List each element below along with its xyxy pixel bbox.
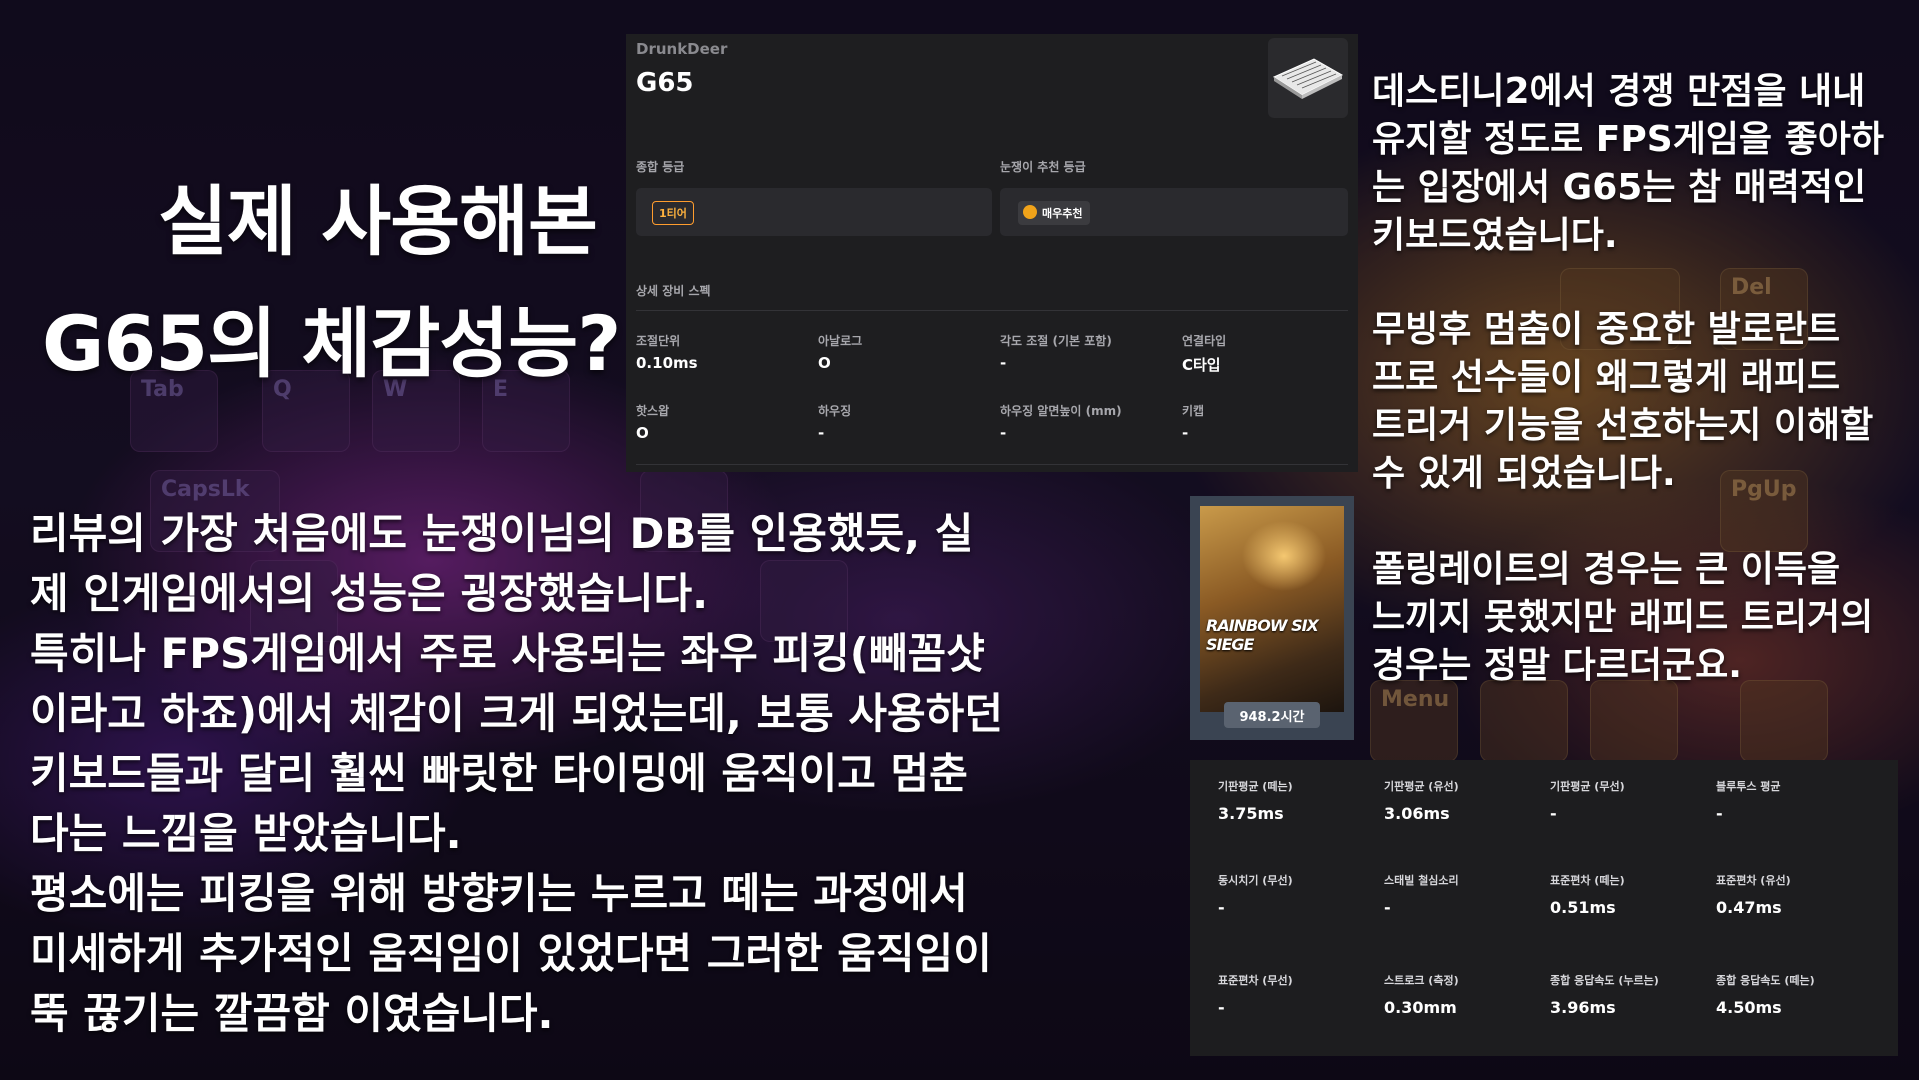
stat-label: 스태빌 철심소리	[1384, 874, 1459, 887]
model-name: G65	[636, 68, 694, 98]
overall-grade-label: 종합 등급	[636, 160, 685, 174]
right-paragraph-3: 폴링레이트의 경우는 큰 이득을 느끼지 못했지만 래피드 트리거의 경우는 정…	[1372, 546, 1873, 690]
smile-icon	[1023, 205, 1037, 219]
paragraph-line: 경우는 정말 다르더군요.	[1372, 645, 1742, 686]
stat-value: -	[1218, 898, 1225, 917]
spec-label: 하우징 알면높이 (mm)	[1000, 404, 1122, 418]
spec-value: 0.10ms	[636, 354, 698, 372]
paragraph-line: 수 있게 되었습니다.	[1372, 453, 1676, 494]
stat-value: 0.30mm	[1384, 998, 1457, 1017]
left-paragraph: 리뷰의 가장 처음에도 눈쟁이님의 DB를 인용했듯, 실 제 인게임에서의 성…	[30, 504, 1003, 1044]
stat-label: 표준편차 (무선)	[1218, 974, 1293, 987]
stat-label: 블루투스 평균	[1716, 780, 1781, 793]
recommend-grade-label: 눈쟁이 추천 등급	[1000, 160, 1086, 174]
spec-label: 각도 조절 (기본 포함)	[1000, 334, 1112, 348]
keyboard-thumbnail	[1268, 38, 1348, 118]
stat-value: 3.96ms	[1550, 998, 1616, 1017]
spec-label: 핫스왑	[636, 404, 670, 418]
paragraph-line: 키보드였습니다.	[1372, 215, 1618, 256]
stat-label: 표준편차 (유선)	[1716, 874, 1791, 887]
paragraph-line: 무빙후 멈춤이 중요한 발로란트	[1372, 309, 1841, 350]
headline-line1: 실제 사용해본	[158, 177, 598, 266]
game-cover-art: RAINBOW SIX SIEGE	[1200, 506, 1344, 712]
stat-label: 종합 응답속도 (누르는)	[1550, 974, 1659, 987]
paragraph-line: 평소에는 피킹을 위해 방향키는 누르고 떼는 과정에서	[30, 869, 968, 918]
stat-value: 0.47ms	[1716, 898, 1782, 917]
stat-value: 4.50ms	[1716, 998, 1782, 1017]
detail-spec-label: 상세 장비 스펙	[636, 284, 711, 298]
paragraph-line: 리뷰의 가장 처음에도 눈쟁이님의 DB를 인용했듯, 실	[30, 509, 974, 558]
spec-value: -	[1182, 424, 1189, 442]
device-spec-panel: DrunkDeer G65 종합 등급 1티어 눈쟁이 추천 등급 매우추천 상…	[626, 34, 1358, 472]
divider	[636, 310, 1348, 311]
spec-label: 아날로그	[818, 334, 863, 348]
stat-label: 기판평균 (무선)	[1550, 780, 1625, 793]
game-card: RAINBOW SIX SIEGE 948.2시간	[1190, 496, 1354, 740]
paragraph-line: 트리거 기능을 선호하는지 이해할	[1372, 405, 1874, 446]
play-hours-badge: 948.2시간	[1224, 702, 1320, 728]
recommend-badge: 매우추천	[1018, 201, 1091, 225]
right-paragraph-1: 데스티니2에서 경쟁 만점을 내내 유지할 정도로 FPS게임을 좋아하 는 입…	[1372, 68, 1884, 260]
paragraph-line: 미세하게 추가적인 움직임이 있었다면 그러한 움직임이	[30, 929, 992, 978]
stat-value: 3.75ms	[1218, 804, 1284, 823]
paragraph-line: 제 인게임에서의 성능은 굉장했습니다.	[30, 569, 709, 618]
paragraph-line: 다는 느낌을 받았습니다.	[30, 809, 462, 858]
stat-value: 3.06ms	[1384, 804, 1450, 823]
paragraph-line: 뚝 끊기는 깔끔함 이였습니다.	[30, 989, 554, 1038]
spec-value: O	[818, 354, 831, 372]
spec-value: -	[1000, 354, 1007, 372]
spec-value: C타입	[1182, 356, 1221, 374]
spec-value: -	[1000, 424, 1007, 442]
stat-value: -	[1550, 804, 1557, 823]
spec-label: 조절단위	[636, 334, 681, 348]
paragraph-line: 느끼지 못했지만 래피드 트리거의	[1372, 597, 1874, 638]
overall-grade-box: 1티어	[636, 188, 992, 236]
recommend-badge-text: 매우추천	[1042, 207, 1083, 220]
stat-value: -	[1218, 998, 1225, 1017]
paragraph-line: 특히나 FPS게임에서 주로 사용되는 좌우 피킹(빼꼼샷	[30, 629, 985, 678]
paragraph-line: 폴링레이트의 경우는 큰 이득을	[1372, 549, 1841, 590]
stat-value: -	[1716, 804, 1723, 823]
spec-label: 하우징	[818, 404, 852, 418]
stat-label: 스트로크 (측정)	[1384, 974, 1459, 987]
stat-value: 0.51ms	[1550, 898, 1616, 917]
spec-value: -	[818, 424, 825, 442]
latency-stats-panel: 기판평균 (떼는) 3.75ms 기판평균 (유선) 3.06ms 기판평균 (…	[1190, 760, 1898, 1056]
stat-value: -	[1384, 898, 1391, 917]
paragraph-line: 이라고 하죠)에서 체감이 크게 되었는데, 보통 사용하던	[30, 689, 1003, 738]
spec-value: O	[636, 424, 649, 442]
right-paragraph-2: 무빙후 멈춤이 중요한 발로란트 프로 선수들이 왜그렇게 래피드 트리거 기능…	[1372, 306, 1873, 498]
headline-line2: G65의 체감성능?	[42, 299, 621, 388]
paragraph-line: 데스티니2에서 경쟁 만점을 내내	[1372, 71, 1866, 112]
stat-label: 종합 응답속도 (떼는)	[1716, 974, 1815, 987]
spec-label: 연결타입	[1182, 334, 1227, 348]
stat-label: 기판평균 (유선)	[1384, 780, 1459, 793]
paragraph-line: 는 입장에서 G65는 참 매력적인	[1372, 167, 1867, 208]
game-title: RAINBOW SIX SIEGE	[1206, 616, 1319, 654]
paragraph-line: 유지할 정도로 FPS게임을 좋아하	[1372, 119, 1884, 160]
stat-label: 표준편차 (떼는)	[1550, 874, 1625, 887]
keyboard-icon	[1272, 58, 1344, 99]
brand-name: DrunkDeer	[636, 40, 728, 58]
stat-label: 동시치기 (무선)	[1218, 874, 1293, 887]
tier-badge: 1티어	[652, 201, 694, 225]
paragraph-line: 프로 선수들이 왜그렇게 래피드	[1372, 357, 1841, 398]
recommend-grade-box: 매우추천	[1000, 188, 1348, 236]
divider	[636, 464, 1348, 465]
spec-label: 키캡	[1182, 404, 1205, 418]
paragraph-line: 키보드들과 달리 훨씬 빠릿한 타이밍에 움직이고 멈춘	[30, 749, 968, 798]
stat-label: 기판평균 (떼는)	[1218, 780, 1293, 793]
